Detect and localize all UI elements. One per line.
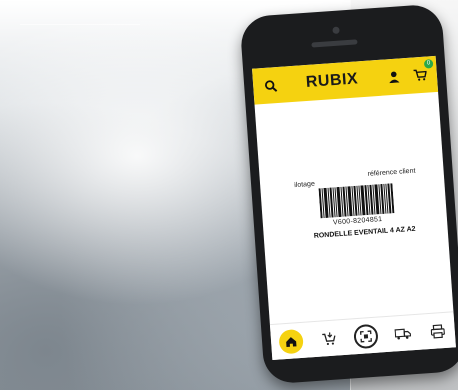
label-ilotage: ilotage <box>294 180 316 190</box>
speaker-grille <box>311 39 358 48</box>
header-actions: 0 <box>382 59 434 88</box>
printer-icon[interactable] <box>428 322 447 341</box>
decorative-line <box>20 24 140 25</box>
cart-icon[interactable]: 0 <box>408 59 434 86</box>
order-icon[interactable] <box>319 329 338 348</box>
cart-count-badge: 0 <box>423 59 434 69</box>
user-icon[interactable] <box>382 65 405 88</box>
scan-icon[interactable] <box>353 323 379 350</box>
camera-icon <box>332 26 340 35</box>
phone-mockup: RUBIX 0 ilotage référence client V600-82… <box>239 3 458 385</box>
app-screen: RUBIX 0 ilotage référence client V600-82… <box>252 55 456 361</box>
marketing-scene: RUBIX 0 ilotage référence client V600-82… <box>0 0 458 390</box>
search-icon[interactable] <box>258 74 281 97</box>
brand-logo: RUBIX <box>305 70 359 91</box>
home-icon[interactable] <box>278 328 305 355</box>
barcode <box>318 183 395 219</box>
delivery-truck-icon[interactable] <box>394 324 413 343</box>
